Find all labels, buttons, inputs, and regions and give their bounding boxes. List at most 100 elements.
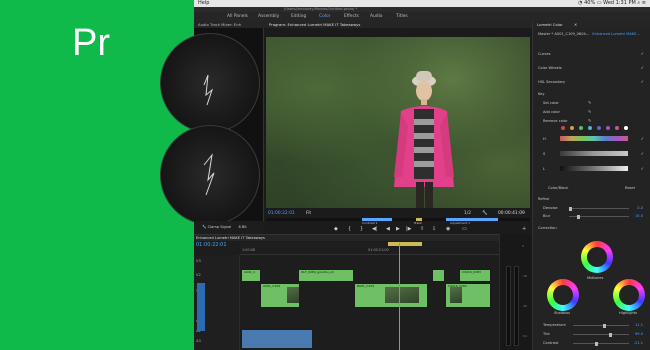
swatch-blue[interactable] <box>597 126 601 130</box>
track-v2[interactable]: V2 <box>196 273 201 277</box>
tint-value[interactable]: 99.0 <box>635 332 643 336</box>
saturation-range-bar[interactable] <box>560 151 628 156</box>
workspace-tab-editing[interactable]: Editing <box>291 12 306 21</box>
color-gray-select[interactable]: Color/Black <box>548 186 568 190</box>
refine-label[interactable]: Refine <box>538 197 549 201</box>
temperature-value[interactable]: 11.1 <box>635 323 643 327</box>
workspace-tab-titles[interactable]: Titles <box>396 12 408 21</box>
program-monitor-header[interactable]: Program: Enhanced Lumetri MAKE IT Takeaw… <box>264 21 532 28</box>
work-area-bar[interactable] <box>388 242 422 246</box>
tint-slider[interactable] <box>573 332 629 337</box>
mark-in-icon[interactable]: { <box>348 226 351 232</box>
highlights-label: Highlights <box>619 311 638 315</box>
lift-icon[interactable]: ⇧ <box>420 226 424 232</box>
swatch-red[interactable] <box>561 126 565 130</box>
curves-check-icon[interactable]: ✓ <box>641 51 644 56</box>
timeline-ruler[interactable]: 1:00:08 01:00:21:00 <box>240 242 499 255</box>
lightness-range-bar[interactable] <box>560 166 628 171</box>
shadows-wheel[interactable] <box>547 279 579 311</box>
lumetri-source[interactable]: Master * A001_C109_0604... <box>538 32 589 36</box>
denoise-slider[interactable] <box>569 206 629 211</box>
correction-label[interactable]: Correction <box>538 226 557 230</box>
color-wheels-check-icon[interactable]: ✓ <box>641 65 644 70</box>
hue-range-bar[interactable] <box>560 136 628 141</box>
track-v3[interactable]: V3 <box>196 259 201 263</box>
swatch-white[interactable] <box>624 126 628 130</box>
lightness-check-icon[interactable]: ✓ <box>641 166 644 171</box>
system-menubar: Help ◔ 40% ▭ Wed 1:31 PM ⌕ ≡ <box>194 0 650 7</box>
track-target-indicator[interactable] <box>197 283 205 331</box>
tint-knob[interactable] <box>609 332 612 337</box>
temperature-slider[interactable] <box>573 323 629 328</box>
denoise-label: Denoise <box>543 206 558 210</box>
contrast-knob[interactable] <box>595 341 598 346</box>
timeline-clip[interactable] <box>432 269 445 282</box>
comparison-icon[interactable]: ▭ <box>462 226 467 232</box>
eyedropper-icon[interactable]: ✎ <box>588 100 591 105</box>
hsl-check-icon[interactable]: ✓ <box>641 79 644 84</box>
remove-eyedropper-icon[interactable]: ✎ <box>588 118 591 123</box>
timeline-clip[interactable]: C0016_0283 <box>459 269 491 282</box>
temperature-knob[interactable] <box>603 323 606 328</box>
swatch-cyan[interactable] <box>588 126 592 130</box>
denoise-value[interactable]: 0.0 <box>637 206 643 210</box>
marker-icon[interactable]: ◆ <box>334 226 338 232</box>
close-icon[interactable]: ✕ <box>574 22 577 27</box>
menu-icon[interactable]: ≡ <box>642 0 646 6</box>
mark-out-icon[interactable]: } <box>360 226 363 232</box>
workspace-tab-all-panels[interactable]: All Panels <box>227 12 248 21</box>
add-eyedropper-icon[interactable]: ✎ <box>588 109 591 114</box>
timeline-clip[interactable]: C0016_0283 <box>445 283 491 308</box>
midtones-wheel[interactable] <box>581 241 613 273</box>
meter-left <box>506 266 511 346</box>
timeline-clip[interactable]: DLF_0284_goodbu_sh <box>298 269 354 282</box>
menubar-tray: ◔ 40% ▭ Wed 1:31 PM ⌕ ≡ <box>578 0 646 7</box>
key-label[interactable]: Key <box>538 92 545 96</box>
timeline-clip[interactable]: A001_C <box>241 269 261 282</box>
denoise-knob[interactable] <box>569 206 572 211</box>
saturation-check-icon[interactable]: ✓ <box>641 151 644 156</box>
reset-button[interactable]: Reset <box>625 186 635 190</box>
clamp-signal-checkbox[interactable]: Clamp Signal <box>208 225 232 229</box>
highlights-wheel[interactable] <box>613 279 645 311</box>
section-color-wheels[interactable]: Color Wheels <box>538 66 562 70</box>
swatch-purple[interactable] <box>606 126 610 130</box>
track-a3[interactable]: A3 <box>196 339 201 343</box>
export-frame-icon[interactable]: ◉ <box>446 226 450 232</box>
timeline-header[interactable]: Enhanced Lumetri MAKE IT Takeaways <box>194 235 499 241</box>
play-icon[interactable]: ▶ <box>396 226 400 232</box>
timeline-timecode[interactable]: 01:00:22:01 <box>196 242 227 248</box>
section-curves[interactable]: Curves <box>538 52 550 56</box>
step-forward-icon[interactable]: |▶ <box>406 226 412 232</box>
swatch-green[interactable] <box>579 126 583 130</box>
add-button-icon[interactable]: + <box>522 226 526 232</box>
section-hsl-secondary[interactable]: HSL Secondary <box>538 80 565 84</box>
blur-slider[interactable] <box>569 214 629 219</box>
mini-timeline[interactable] <box>266 218 530 221</box>
scopes-header[interactable]: Audio Track Mixer: Enh <box>194 21 264 28</box>
swatch-magenta[interactable] <box>615 126 619 130</box>
help-menu[interactable]: Help <box>198 0 209 7</box>
saturation-label: S <box>543 152 546 156</box>
workspace-tab-audio[interactable]: Audio <box>370 12 382 21</box>
audio-clip[interactable] <box>241 329 313 349</box>
playhead[interactable] <box>399 243 400 350</box>
swatch-orange[interactable] <box>570 126 574 130</box>
bit-depth-select[interactable]: 8 Bit <box>238 225 246 229</box>
timeline-clip[interactable]: B001_C109 <box>354 283 428 308</box>
hue-check-icon[interactable]: ✓ <box>641 136 644 141</box>
lumetri-title[interactable]: Lumetri Color <box>537 22 563 27</box>
clock[interactable]: Wed 1:31 PM <box>603 0 636 6</box>
rewind-icon[interactable]: ◀ <box>386 226 390 232</box>
lumetri-clip[interactable]: Enhanced Lumetri MAKE... <box>592 32 640 36</box>
workspace-tab-effects[interactable]: Effects <box>344 12 359 21</box>
step-back-icon[interactable]: ◀| <box>372 226 378 232</box>
contrast-value[interactable]: -21.1 <box>634 341 643 345</box>
blur-knob[interactable] <box>577 214 580 219</box>
extract-icon[interactable]: ⇩ <box>432 226 436 232</box>
blur-value[interactable]: 15.0 <box>635 214 643 218</box>
timeline-clip[interactable]: A001_C109 <box>260 283 300 308</box>
program-video-frame[interactable] <box>266 37 530 208</box>
workspace-tab-assembly[interactable]: Assembly <box>258 12 279 21</box>
contrast-slider[interactable] <box>573 341 629 346</box>
